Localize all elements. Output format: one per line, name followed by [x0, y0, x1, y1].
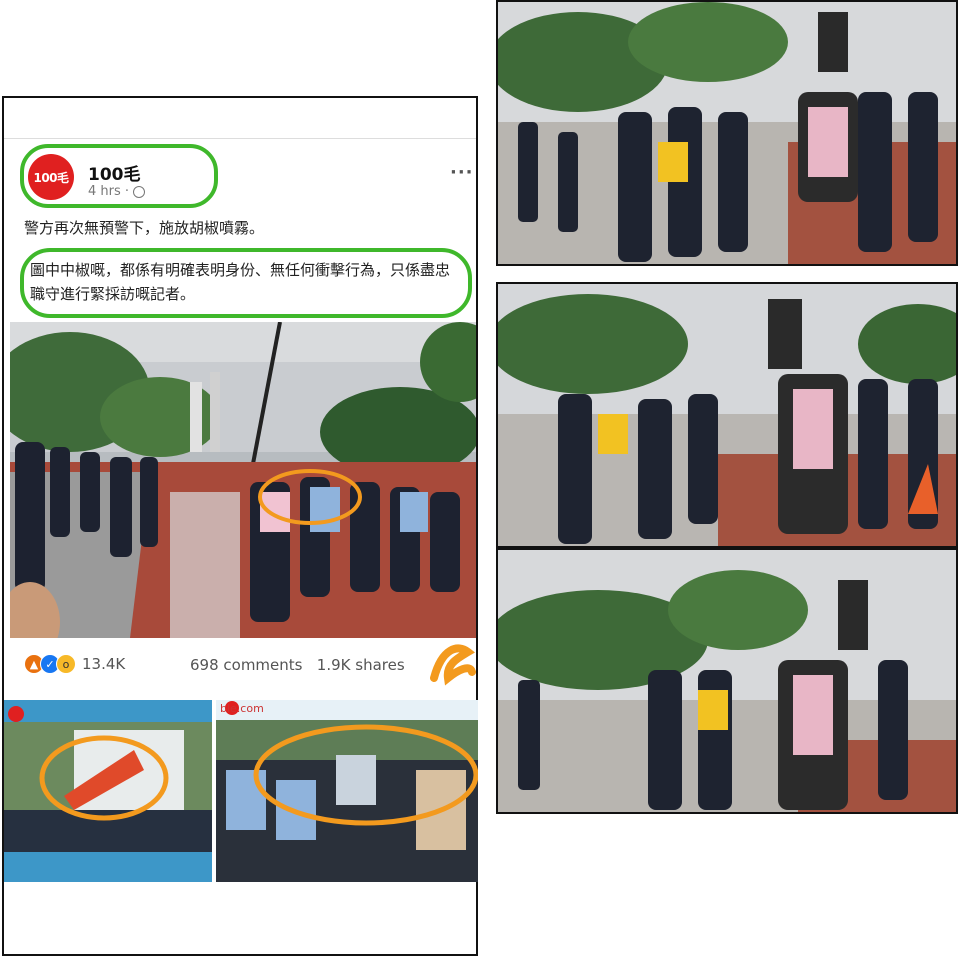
more-options-icon[interactable]: ··· [450, 162, 474, 183]
photo-bottom[interactable] [496, 548, 958, 814]
police-line-illustration [216, 700, 478, 882]
orange-scribble-mark [430, 644, 476, 686]
protest-scene-illustration [10, 322, 476, 638]
scene-photo-1 [498, 2, 956, 264]
top-bar [4, 98, 476, 139]
reaction-count: 13.4K [82, 655, 126, 673]
highlight-ring-header [20, 144, 218, 208]
post-photo[interactable] [10, 322, 476, 638]
shares-count[interactable]: 1.9K shares [317, 656, 405, 674]
engagement-stats[interactable]: 698 comments 1.9K shares [190, 656, 405, 674]
post-caption-line: 警方再次無預警下，施放胡椒噴霧。 [24, 219, 265, 237]
photo-top[interactable] [496, 0, 958, 266]
highlight-ring-caption [20, 248, 472, 318]
comments-count[interactable]: 698 comments [190, 656, 302, 674]
cone-scene-illustration [4, 700, 212, 882]
social-post-card: 100毛 100毛 4 hrs · ··· 警方再次無預警下，施放胡椒噴霧。 圖… [2, 96, 478, 956]
video-thumbnail-left[interactable] [4, 700, 212, 882]
reactions-row[interactable]: ▲ ✓ o 13.4K [24, 654, 125, 674]
video-thumbnail-right[interactable]: ble.com [216, 700, 478, 882]
photo-middle[interactable] [496, 282, 958, 548]
scene-photo-2 [498, 284, 956, 546]
scene-photo-3 [498, 550, 956, 812]
wow-reaction-icon: o [56, 654, 76, 674]
video-watermark: ble.com [220, 702, 264, 715]
